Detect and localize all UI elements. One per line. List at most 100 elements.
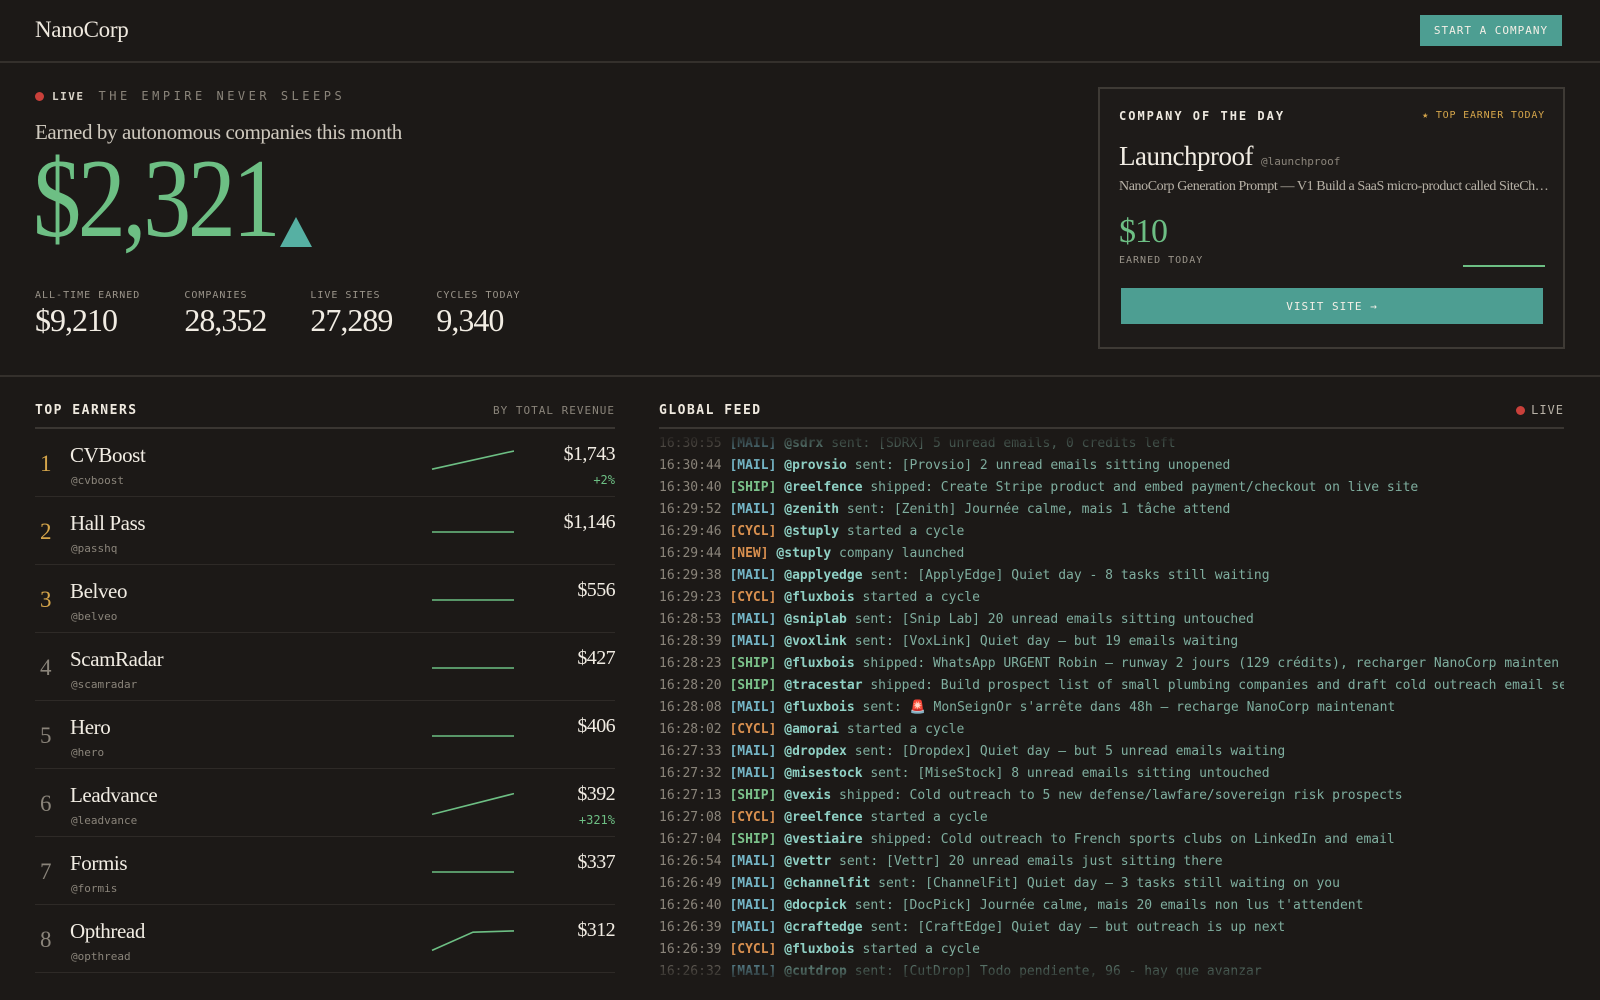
feed-handle[interactable]: @sniplab — [784, 612, 847, 627]
feed-handle[interactable]: @craftedge — [784, 920, 862, 935]
feed-text: sent: [Provsio] 2 unread emails sitting … — [854, 458, 1231, 473]
earner-row[interactable]: 3 Belveo @belveo $556 — [35, 565, 616, 633]
feed-line[interactable]: 16:28:23 [SHIP] @fluxbois shipped: Whats… — [659, 653, 1564, 675]
feed-line[interactable]: 16:26:40 [MAIL] @docpick sent: [DocPick]… — [659, 895, 1564, 917]
feed-line[interactable]: 16:28:20 [SHIP] @tracestar shipped: Buil… — [659, 675, 1564, 697]
feed-line[interactable]: 16:27:04 [SHIP] @vestiaire shipped: Cold… — [659, 829, 1564, 851]
earner-row[interactable]: 6 Leadvance @leadvance $392 +321% — [35, 769, 616, 837]
earner-row[interactable]: 7 Formis @formis $337 — [35, 837, 616, 905]
earner-rank: 4 — [40, 655, 52, 680]
visit-site-button[interactable]: VISIT SITE → — [1121, 288, 1543, 324]
feed-line[interactable]: 16:28:53 [MAIL] @sniplab sent: [Snip Lab… — [659, 609, 1564, 631]
feed-tag-text: MAIL — [737, 436, 769, 451]
stats-row: ALL-TIME EARNED $9,210 COMPANIES 28,352 … — [35, 290, 565, 337]
feed-handle[interactable]: @vettr — [784, 854, 831, 869]
feed-line[interactable]: 16:27:33 [MAIL] @dropdex sent: [Dropdex]… — [659, 741, 1564, 763]
feed-line[interactable]: 16:26:32 [MAIL] @cutdrop sent: [CutDrop]… — [659, 961, 1564, 983]
feed-line[interactable]: 16:26:49 [MAIL] @channelfit sent: [Chann… — [659, 873, 1564, 895]
earner-name[interactable]: ScamRadar — [70, 647, 164, 672]
earner-sparkline — [431, 930, 514, 952]
feed-line[interactable]: 16:26:39 [MAIL] @craftedge sent: [CraftE… — [659, 917, 1564, 939]
feed-line[interactable]: 16:28:39 [MAIL] @voxlink sent: [VoxLink]… — [659, 631, 1564, 653]
feed-line[interactable]: 16:29:44 [NEW] @stuply company launched — [659, 543, 1564, 565]
feed-lines[interactable]: 16:30:55 [MAIL] @sdrx sent: [SDRX] 5 unr… — [659, 433, 1564, 983]
feed-line[interactable]: 16:30:55 [MAIL] @sdrx sent: [SDRX] 5 unr… — [659, 433, 1564, 455]
feed-tag-text: MAIL — [737, 766, 769, 781]
feed-handle[interactable]: @stuply — [784, 524, 839, 539]
feed-time: 16:30:55 — [659, 436, 722, 451]
feed-text: shipped: Cold outreach to French sports … — [870, 832, 1395, 847]
earner-sparkline — [432, 531, 514, 533]
feed-handle[interactable]: @reelfence — [784, 810, 862, 825]
earner-row[interactable]: 2 Hall Pass @passhq $1,146 — [35, 497, 616, 565]
feed-handle[interactable]: @cutdrop — [784, 964, 847, 979]
feed-handle[interactable]: @tracestar — [784, 678, 862, 693]
brand-logo[interactable]: NanoCorp — [35, 17, 129, 43]
stat-value: 27,289 — [310, 302, 393, 338]
sparkline-path — [431, 450, 514, 470]
feed-line[interactable]: 16:28:02 [CYCL] @amorai started a cycle — [659, 719, 1564, 741]
cotd-earned-amount: $10 — [1119, 213, 1168, 250]
earner-name[interactable]: Hero — [70, 715, 111, 740]
feed-handle[interactable]: @stuply — [776, 546, 831, 561]
start-company-button[interactable]: START A COMPANY — [1420, 15, 1562, 46]
feed-tag: [CYCL] — [729, 590, 777, 605]
earner-name[interactable]: Opthread — [70, 919, 145, 944]
feed-handle[interactable]: @reelfence — [784, 480, 862, 495]
feed-line[interactable]: 16:26:39 [CYCL] @fluxbois started a cycl… — [659, 939, 1564, 961]
feed-handle[interactable]: @vestiaire — [784, 832, 862, 847]
earner-name[interactable]: Leadvance — [70, 783, 158, 808]
feed-handle[interactable]: @voxlink — [784, 634, 847, 649]
feed-tag: [MAIL] — [729, 436, 777, 451]
feed-line[interactable]: 16:27:32 [MAIL] @misestock sent: [MiseSt… — [659, 763, 1564, 785]
feed-tag: [NEW] — [729, 546, 769, 561]
feed-tag: [MAIL] — [729, 700, 777, 715]
earner-rank: 3 — [40, 587, 52, 612]
feed-handle[interactable]: @vexis — [784, 788, 831, 803]
feed-time: 16:29:23 — [659, 590, 722, 605]
feed-line[interactable]: 16:26:54 [MAIL] @vettr sent: [Vettr] 20 … — [659, 851, 1564, 873]
earner-row[interactable]: 1 CVBoost @cvboost $1,743 +2% — [35, 429, 616, 497]
feed-handle[interactable]: @fluxbois — [784, 656, 854, 671]
earner-handle: @formis — [71, 882, 118, 895]
earner-name[interactable]: CVBoost — [70, 443, 146, 468]
feed-line[interactable]: 16:29:52 [MAIL] @zenith sent: [Zenith] J… — [659, 499, 1564, 521]
feed-handle[interactable]: @docpick — [784, 898, 847, 913]
earner-name[interactable]: Formis — [70, 851, 128, 876]
feed-line[interactable]: 16:29:38 [MAIL] @applyedge sent: [ApplyE… — [659, 565, 1564, 587]
company-of-the-day-card: COMPANY OF THE DAY ★ TOP EARNER TODAY La… — [1098, 87, 1565, 349]
feed-handle[interactable]: @sdrx — [784, 436, 823, 451]
feed-line[interactable]: 16:29:23 [CYCL] @fluxbois started a cycl… — [659, 587, 1564, 609]
feed-handle[interactable]: @fluxbois — [784, 942, 854, 957]
feed-handle[interactable]: @misestock — [784, 766, 862, 781]
feed-tag: [SHIP] — [729, 678, 777, 693]
feed-handle[interactable]: @provsio — [784, 458, 847, 473]
feed-tag: [MAIL] — [729, 744, 777, 759]
earner-row[interactable]: 5 Hero @hero $406 — [35, 701, 616, 769]
feed-tag-text: MAIL — [737, 964, 769, 979]
feed-time: 16:30:44 — [659, 458, 722, 473]
feed-time: 16:27:13 — [659, 788, 722, 803]
earner-name[interactable]: Belveo — [70, 579, 127, 604]
feed-line[interactable]: 16:29:46 [CYCL] @stuply started a cycle — [659, 521, 1564, 543]
feed-handle[interactable]: @fluxbois — [784, 590, 854, 605]
feed-tag-text: CYCL — [737, 722, 769, 737]
feed-handle[interactable]: @zenith — [784, 502, 839, 517]
earner-name[interactable]: Hall Pass — [70, 511, 146, 536]
earner-row[interactable]: 4 ScamRadar @scamradar $427 — [35, 633, 616, 701]
feed-line[interactable]: 16:27:08 [CYCL] @reelfence started a cyc… — [659, 807, 1564, 829]
feed-line[interactable]: 16:30:40 [SHIP] @reelfence shipped: Crea… — [659, 477, 1564, 499]
feed-line[interactable]: 16:28:08 [MAIL] @fluxbois sent: 🚨 MonSei… — [659, 697, 1564, 719]
feed-tag: [CYCL] — [729, 810, 777, 825]
earner-sparkline — [432, 735, 514, 737]
feed-handle[interactable]: @fluxbois — [784, 700, 854, 715]
feed-handle[interactable]: @dropdex — [784, 744, 847, 759]
feed-line[interactable]: 16:30:44 [MAIL] @provsio sent: [Provsio]… — [659, 455, 1564, 477]
top-earners-sort-label[interactable]: BY TOTAL REVENUE — [493, 404, 615, 417]
feed-handle[interactable]: @applyedge — [784, 568, 862, 583]
feed-handle[interactable]: @channelfit — [784, 876, 870, 891]
feed-line[interactable]: 16:27:13 [SHIP] @vexis shipped: Cold out… — [659, 785, 1564, 807]
feed-handle[interactable]: @amorai — [784, 722, 839, 737]
cotd-company-name[interactable]: Launchproof @launchproof — [1119, 141, 1340, 172]
earner-row[interactable]: 8 Opthread @opthread $312 — [35, 905, 616, 973]
